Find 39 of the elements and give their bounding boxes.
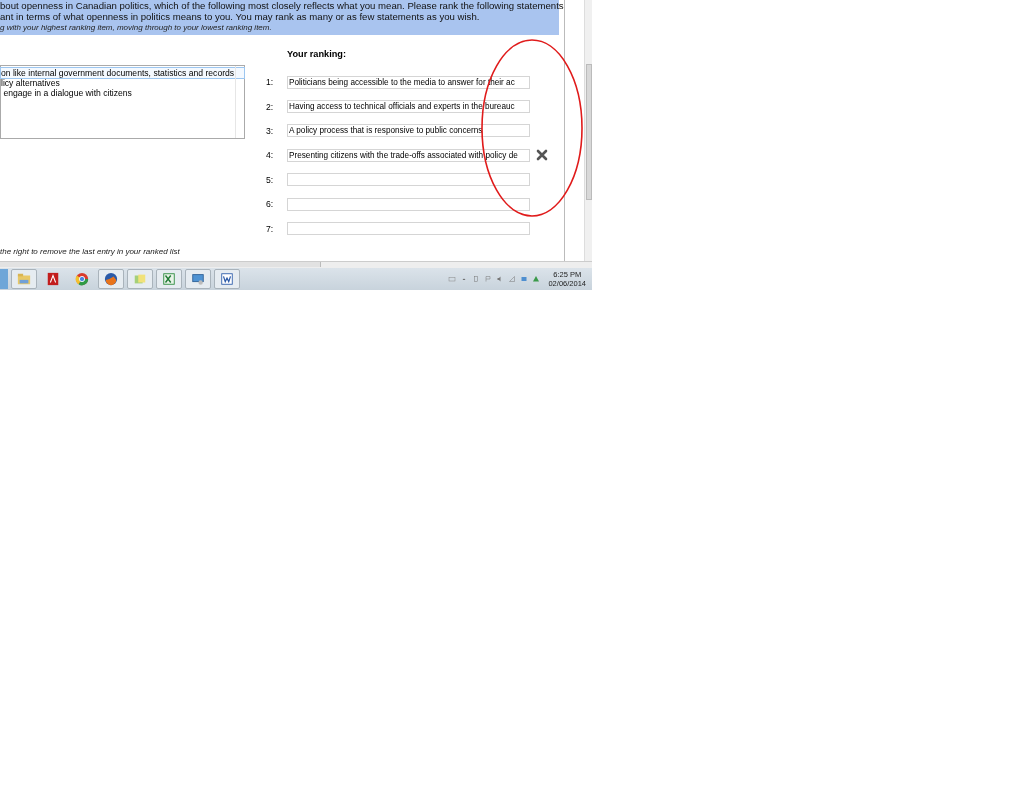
rank-field[interactable]: Presenting citizens with the trade-offs associated with policy de — [287, 148, 530, 162]
taskbar-button[interactable] — [214, 269, 240, 290]
keyboard-icon[interactable] — [448, 275, 457, 284]
rank-field[interactable] — [287, 197, 530, 211]
option-item[interactable]: engage in a dialogue with citizens — [1, 88, 244, 98]
rank-field[interactable]: Having access to technical officials and experts in the bureauc — [287, 100, 530, 114]
signal-icon[interactable] — [508, 275, 517, 284]
rank-number: 3: — [266, 125, 275, 136]
option-item[interactable]: on like internal government documents, statistics and records — [1, 68, 244, 78]
browser-icon — [75, 272, 89, 287]
options-listbox[interactable]: on like internal government documents, statistics and records licy alternatives engage in a dialogue with citizens — [0, 65, 245, 139]
ranking-heading: Your ranking: — [287, 49, 348, 61]
instruction-text: g with your highest ranking item, moving through to your lowest ranking item. — [0, 23, 273, 32]
rank-number: 6: — [266, 199, 275, 210]
start-button[interactable] — [0, 269, 8, 290]
triangle-icon[interactable] — [532, 275, 541, 284]
taskbar-button[interactable] — [185, 269, 211, 290]
pdf-icon — [46, 272, 60, 287]
question-text: ant in terms of what openness in politics means to you. You may rank as many or as few statements as you wish. — [0, 11, 481, 22]
option-item[interactable]: licy alternatives — [1, 78, 244, 88]
folder-icon — [17, 272, 31, 287]
taskbar-button[interactable] — [156, 269, 182, 290]
hint-text: the right to remove the last entry in your ranked list — [0, 247, 181, 259]
rank-number: 5: — [266, 174, 275, 185]
flag-icon[interactable] — [484, 275, 493, 284]
rank-field[interactable] — [287, 173, 530, 187]
battery-icon[interactable] — [472, 275, 481, 284]
taskbar-button[interactable] — [98, 269, 124, 290]
document-icon — [220, 272, 234, 287]
monitor-icon — [191, 272, 205, 287]
remove-icon[interactable] — [536, 149, 548, 162]
spreadsheet-icon — [162, 272, 176, 287]
rank-field[interactable] — [287, 222, 530, 236]
rank-number: 1: — [266, 77, 275, 88]
rank-number: 4: — [266, 150, 275, 161]
browser-icon — [104, 272, 118, 287]
rank-number: 2: — [266, 101, 275, 112]
vertical-scrollbar[interactable] — [584, 0, 592, 262]
rank-number: 7: — [266, 223, 275, 234]
